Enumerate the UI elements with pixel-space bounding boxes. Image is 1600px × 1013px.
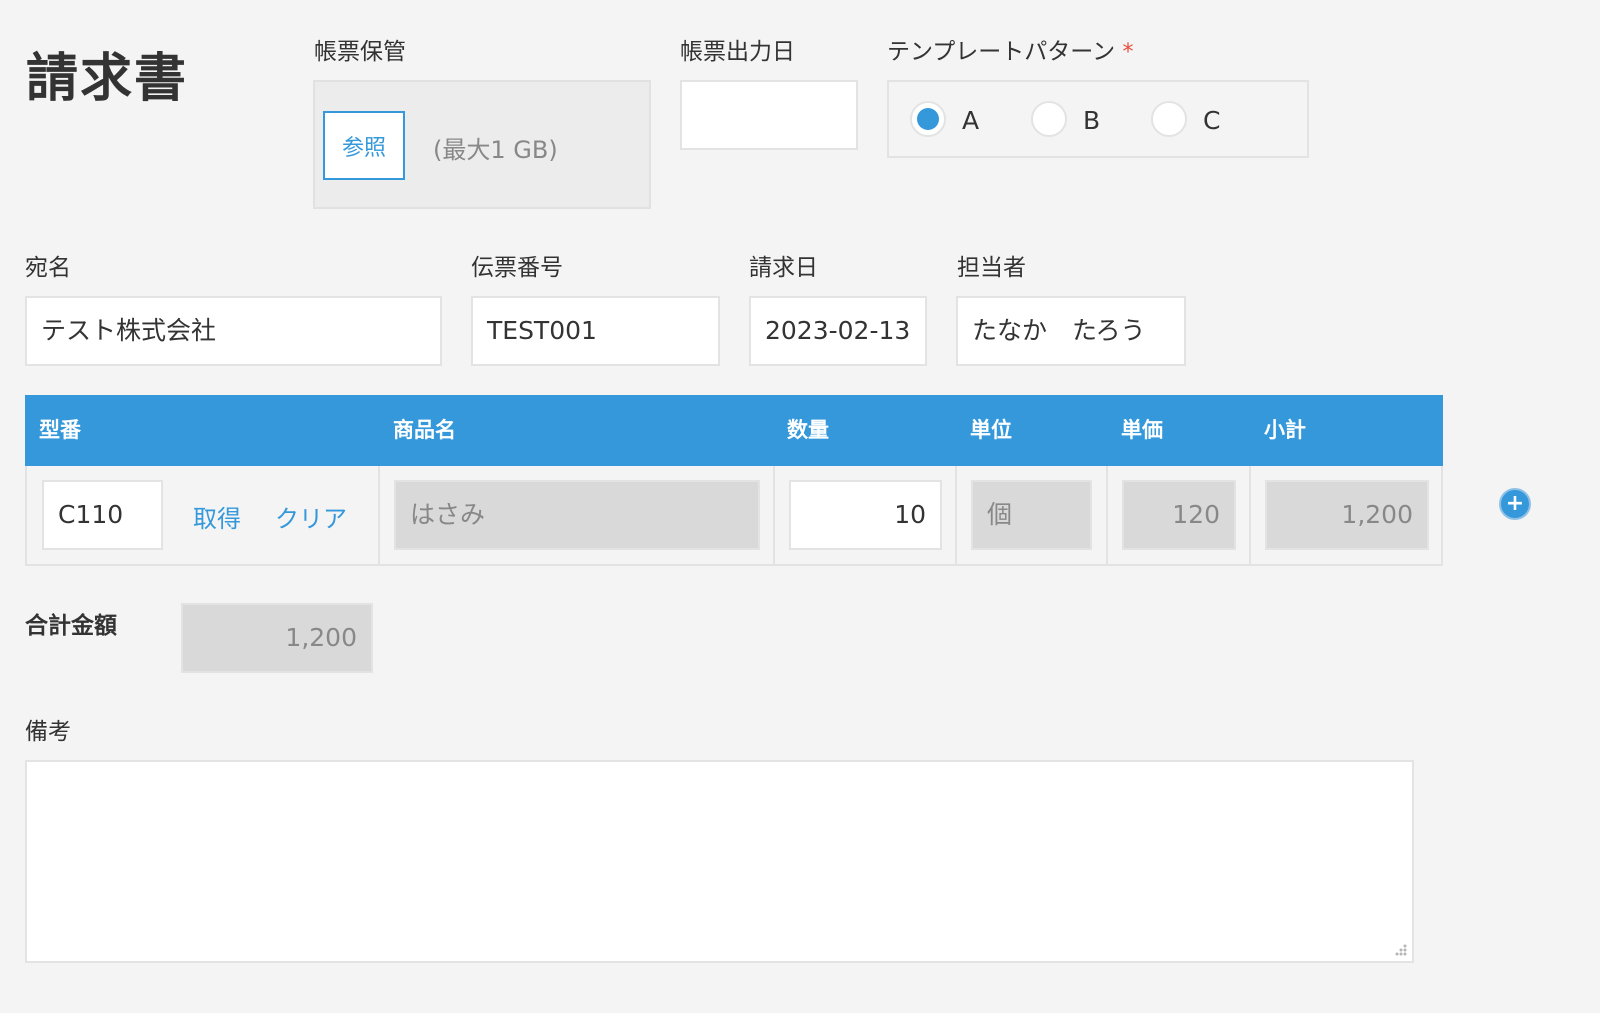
- remarks-textarea[interactable]: [25, 760, 1414, 963]
- output-date-value: [682, 100, 710, 129]
- plus-icon: +: [1505, 491, 1525, 516]
- template-pattern-label-text: テンプレートパターン: [887, 39, 1116, 65]
- column-header-subtotal: 小計: [1264, 418, 1306, 442]
- unit-value: 個: [987, 500, 1013, 529]
- table-row: C110 取得 クリア はさみ 10 個 120 1,200: [25, 466, 1443, 566]
- unit-price-value: 120: [1172, 500, 1220, 529]
- radio-option-b[interactable]: [1031, 101, 1067, 137]
- subtotal-field: 1,200: [1265, 480, 1429, 550]
- radio-label-b: B: [1083, 106, 1101, 135]
- person-in-charge-field[interactable]: たなか たろう: [956, 296, 1186, 366]
- quantity-field[interactable]: 10: [789, 480, 942, 550]
- model-value: C110: [58, 500, 124, 529]
- total-amount-label: 合計金額: [25, 613, 117, 639]
- invoice-date-field[interactable]: 2023-02-13: [749, 296, 927, 366]
- unit-field: 個: [971, 480, 1092, 550]
- column-header-unit-price: 単価: [1121, 418, 1163, 442]
- person-in-charge-label: 担当者: [957, 255, 1026, 281]
- column-header-unit: 単位: [970, 418, 1012, 442]
- invoice-date-value: 2023-02-13: [765, 316, 911, 345]
- column-divider: [773, 466, 775, 564]
- table-header: 型番 商品名 数量 単位 単価 小計: [25, 395, 1443, 466]
- file-storage-label: 帳票保管: [314, 39, 406, 65]
- file-size-limit: (最大1 GB): [433, 136, 558, 164]
- template-pattern-label: テンプレートパターン *: [887, 32, 1133, 66]
- clear-link[interactable]: クリア: [275, 499, 347, 534]
- invoice-date-label: 請求日: [749, 255, 818, 281]
- recipient-value: テスト株式会社: [41, 316, 217, 345]
- column-header-model: 型番: [39, 418, 81, 442]
- column-divider: [955, 466, 957, 564]
- radio-option-a[interactable]: [910, 101, 946, 137]
- resize-handle-icon[interactable]: [1392, 941, 1408, 957]
- page-title: 請求書: [26, 49, 189, 109]
- slip-number-label: 伝票番号: [471, 255, 563, 281]
- required-mark: *: [1122, 40, 1134, 65]
- remarks-label: 備考: [25, 719, 71, 745]
- slip-number-field[interactable]: TEST001: [471, 296, 720, 366]
- output-date-field[interactable]: [680, 80, 858, 150]
- radio-label-a: A: [962, 106, 980, 135]
- radio-option-c[interactable]: [1151, 101, 1187, 137]
- subtotal-value: 1,200: [1341, 500, 1413, 529]
- total-amount-value: 1,200: [285, 623, 357, 652]
- radio-selected-dot: [917, 108, 939, 130]
- column-header-quantity: 数量: [787, 418, 829, 442]
- slip-number-value: TEST001: [487, 316, 597, 345]
- person-in-charge-value: たなか たろう: [972, 316, 1146, 345]
- recipient-label: 宛名: [25, 255, 71, 281]
- product-name-value: はさみ: [410, 500, 486, 529]
- column-divider: [378, 466, 380, 564]
- remarks-value: [27, 780, 55, 809]
- output-date-label: 帳票出力日: [680, 39, 795, 65]
- fetch-link[interactable]: 取得: [193, 499, 241, 534]
- column-header-product: 商品名: [393, 418, 456, 442]
- column-divider: [1249, 466, 1251, 564]
- column-divider: [1106, 466, 1108, 564]
- unit-price-field: 120: [1122, 480, 1236, 550]
- total-amount-field: 1,200: [181, 603, 373, 673]
- recipient-field[interactable]: テスト株式会社: [25, 296, 442, 366]
- model-field[interactable]: C110: [42, 480, 163, 550]
- browse-button[interactable]: 参照: [323, 111, 405, 180]
- radio-label-c: C: [1203, 106, 1221, 135]
- quantity-value: 10: [894, 500, 926, 529]
- template-pattern-radio-group: A B C: [887, 80, 1309, 158]
- add-row-button[interactable]: +: [1499, 488, 1531, 520]
- file-upload-area[interactable]: 参照 (最大1 GB): [313, 80, 651, 209]
- product-name-field: はさみ: [394, 480, 760, 550]
